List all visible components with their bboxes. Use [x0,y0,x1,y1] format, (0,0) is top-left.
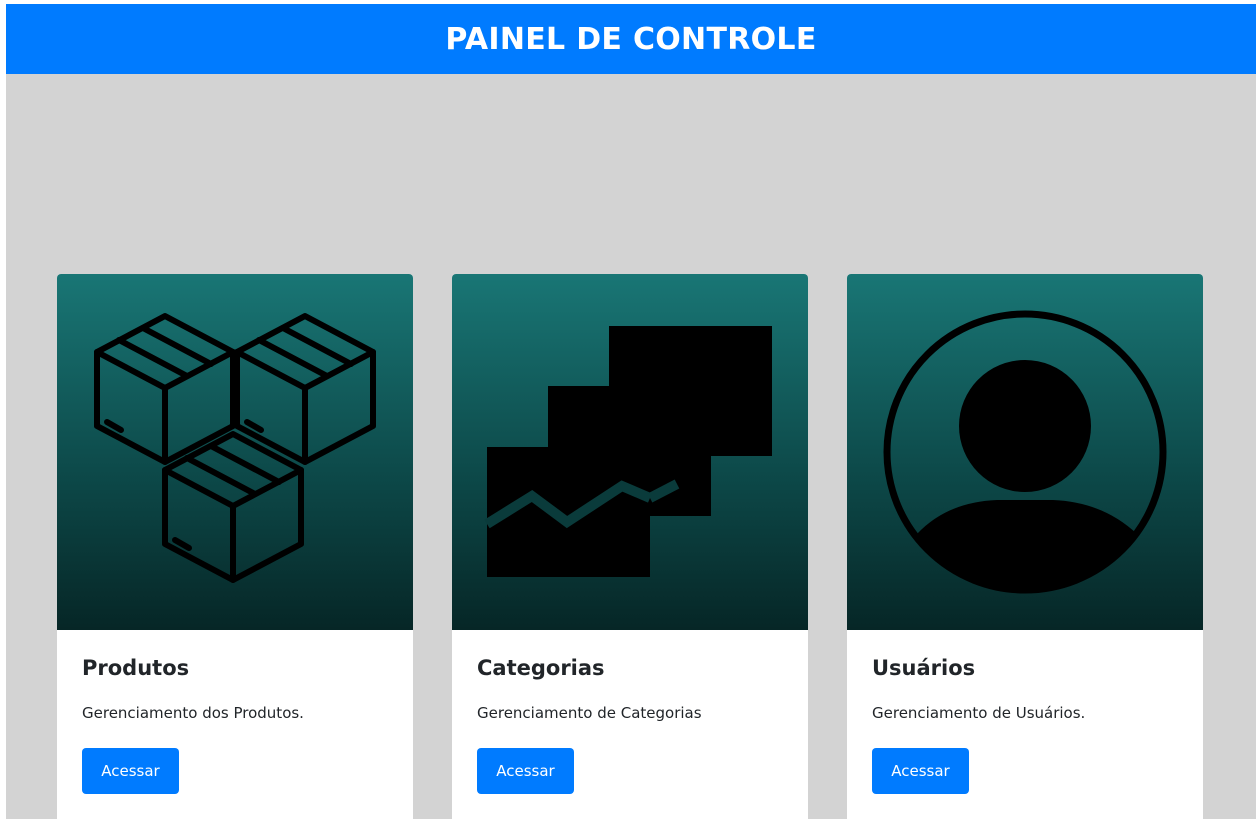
card-categorias: Categorias Gerenciamento de Categorias A… [452,274,808,819]
card-image [452,274,808,630]
dashboard-page: PAINEL DE CONTROLE Produtos Gerenciament… [6,4,1256,819]
acessar-categorias-button[interactable]: Acessar [477,748,574,794]
card-description: Gerenciamento de Usuários. [872,704,1086,722]
page-title: PAINEL DE CONTROLE [445,21,817,57]
card-title: Usuários [872,656,976,680]
card-usuarios: Usuários Gerenciamento de Usuários. Aces… [847,274,1203,819]
card-produtos: Produtos Gerenciamento dos Produtos. Ace… [57,274,413,819]
card-title: Categorias [477,656,605,680]
card-description: Gerenciamento de Categorias [477,704,702,722]
user-circle-icon [883,310,1167,594]
card-image [847,274,1203,630]
charts-stack-icon [484,326,772,577]
card-title: Produtos [82,656,190,680]
top-bar: PAINEL DE CONTROLE [6,4,1256,74]
boxes-icon [94,313,376,583]
acessar-produtos-button[interactable]: Acessar [82,748,179,794]
card-image [57,274,413,630]
card-description: Gerenciamento dos Produtos. [82,704,304,722]
acessar-usuarios-button[interactable]: Acessar [872,748,969,794]
